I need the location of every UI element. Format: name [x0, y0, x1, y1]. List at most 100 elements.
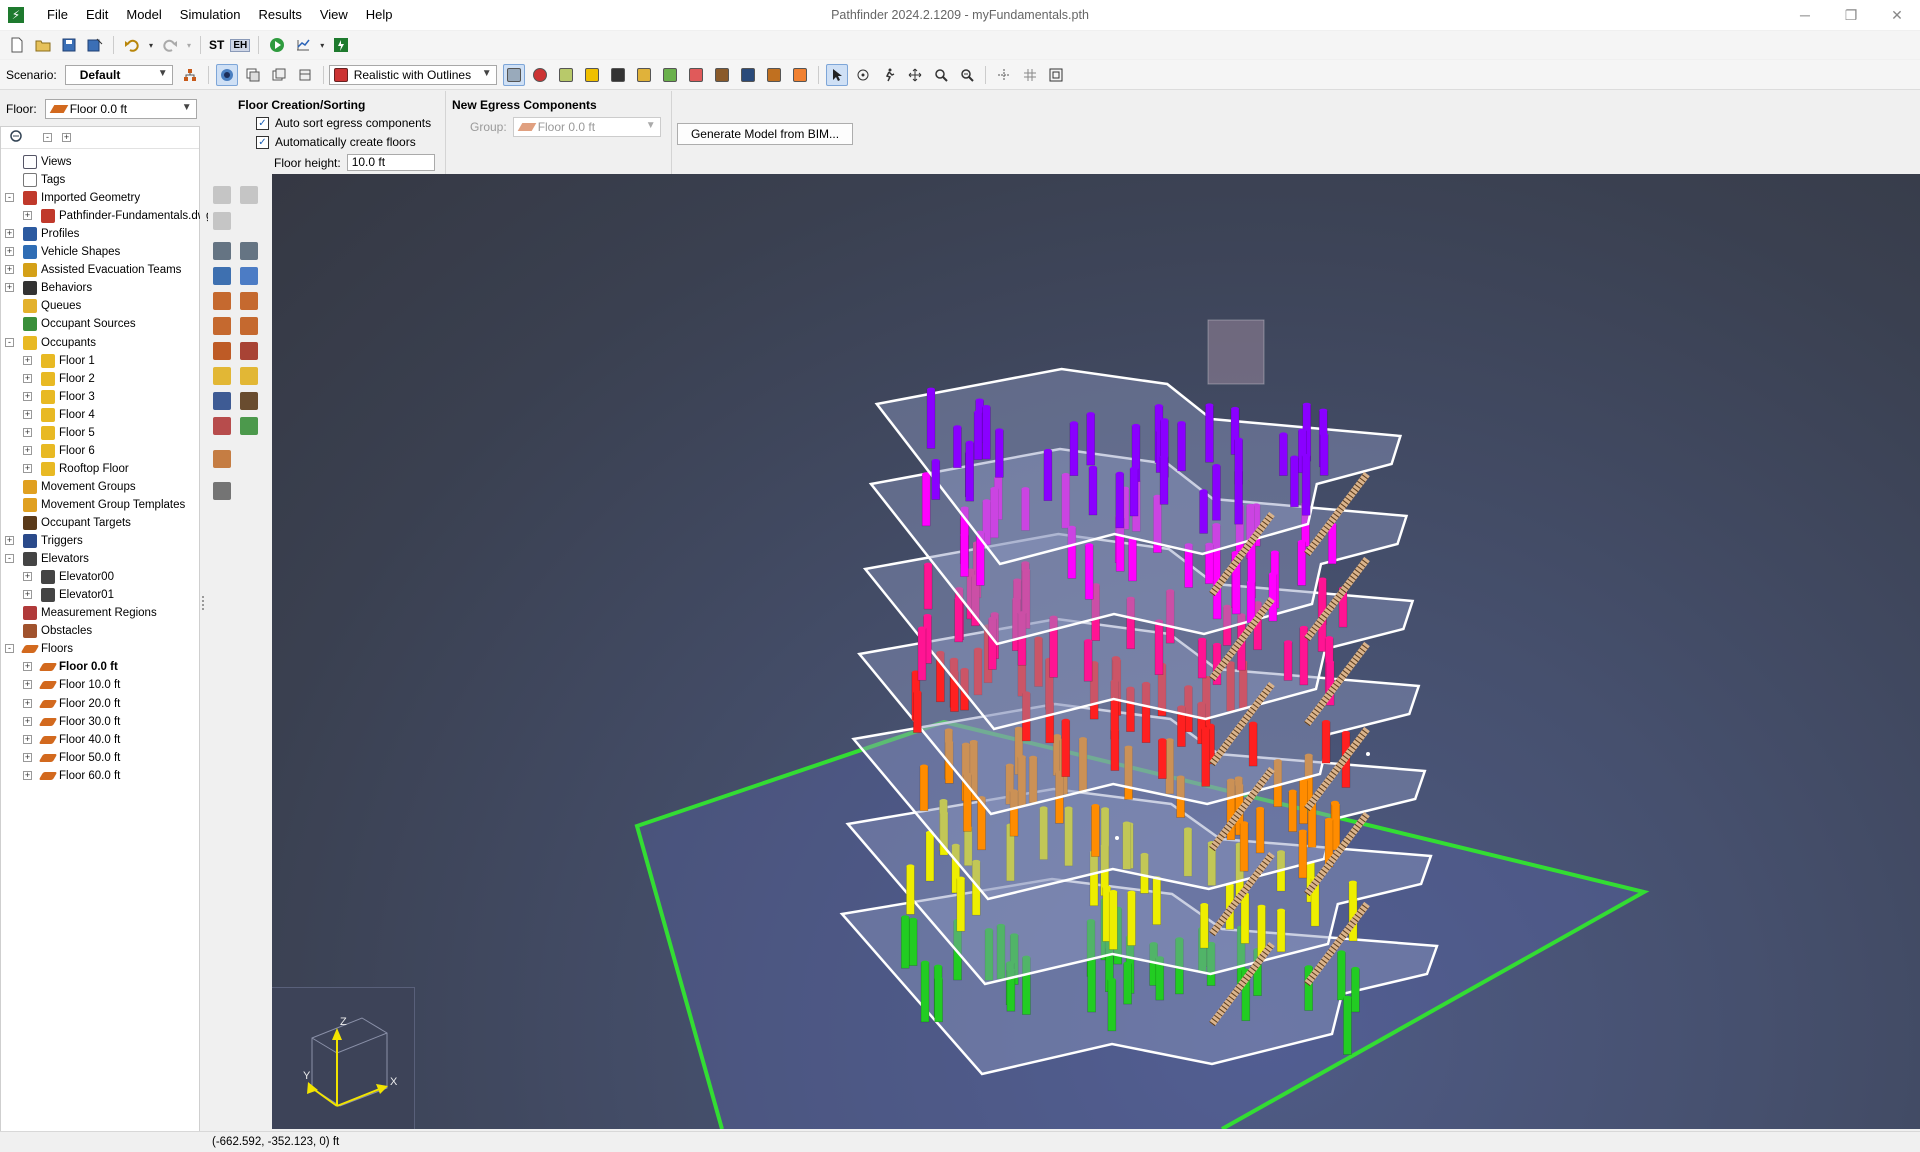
expand-icon[interactable]: + — [23, 572, 32, 582]
3d-viewport[interactable]: Z Y X — [272, 174, 1920, 1129]
tree-item[interactable]: Queues — [23, 297, 81, 315]
collapse-all-icon[interactable]: - — [43, 133, 52, 142]
ramp-alt-icon[interactable] — [240, 317, 258, 335]
redo-icon[interactable] — [159, 34, 181, 56]
zoom-box-icon[interactable] — [956, 64, 978, 86]
tree-item[interactable]: + Floor 6 — [23, 442, 95, 460]
tree-item[interactable]: + Behaviors — [5, 279, 92, 297]
new-file-icon[interactable] — [6, 34, 28, 56]
expand-icon[interactable]: + — [23, 662, 32, 672]
tree-item[interactable]: Movement Group Templates — [23, 496, 185, 514]
show-stairs-icon[interactable] — [581, 64, 603, 86]
auto-create-checkbox[interactable]: ✓ — [256, 135, 269, 149]
tree-item[interactable]: Obstacles — [23, 622, 92, 640]
auto-sort-checkbox[interactable]: ✓ — [256, 116, 269, 130]
app-logo-icon[interactable]: ⚡ — [8, 7, 24, 23]
save-icon[interactable] — [58, 34, 80, 56]
occupant-tool-icon[interactable] — [213, 367, 231, 385]
undo-dropdown-icon[interactable]: ▾ — [147, 34, 155, 56]
pan-tool-icon[interactable] — [904, 64, 926, 86]
expand-icon[interactable]: + — [5, 283, 14, 293]
tree-item[interactable]: + Vehicle Shapes — [5, 243, 120, 261]
walk-tool-icon[interactable] — [878, 64, 900, 86]
escalator-tool-icon[interactable] — [213, 342, 231, 360]
results-chart-icon[interactable] — [292, 34, 314, 56]
show-geometry-icon[interactable] — [711, 64, 733, 86]
expand-icon[interactable]: + — [23, 463, 32, 473]
expand-icon[interactable]: + — [23, 770, 32, 780]
close-window-button[interactable]: ✕ — [1874, 0, 1920, 30]
tree-item[interactable]: - Floors — [5, 640, 73, 658]
room-rect-icon[interactable] — [240, 242, 258, 260]
expand-icon[interactable]: + — [23, 680, 32, 690]
panel-splitter[interactable] — [200, 126, 206, 1142]
occupant-group-icon[interactable] — [240, 367, 258, 385]
open-file-icon[interactable] — [32, 34, 54, 56]
mirror-tool-icon[interactable] — [213, 212, 231, 230]
expand-all-icon[interactable]: + — [62, 133, 71, 142]
tree-item[interactable]: + Floor 3 — [23, 388, 95, 406]
tree-item[interactable]: + Floor 5 — [23, 424, 95, 442]
expand-icon[interactable]: + — [23, 734, 32, 744]
restore-button[interactable]: ❐ — [1828, 0, 1874, 30]
collapse-icon[interactable]: - — [5, 644, 14, 654]
tree-item[interactable]: + Floor 20.0 ft — [23, 695, 120, 713]
teams-tool-icon[interactable] — [213, 450, 231, 468]
menu-help[interactable]: Help — [357, 0, 402, 30]
menu-edit[interactable]: Edit — [77, 0, 117, 30]
show-occupants-icon[interactable] — [529, 64, 551, 86]
minimize-button[interactable]: ─ — [1782, 0, 1828, 30]
tree-item[interactable]: + Profiles — [5, 225, 79, 243]
tree-item[interactable]: + Elevator00 — [23, 568, 114, 586]
scenario-tree-icon[interactable] — [179, 64, 201, 86]
steering-mode-button[interactable]: ST — [209, 38, 224, 52]
tree-item[interactable]: + Floor 4 — [23, 406, 95, 424]
zoom-tool-icon[interactable] — [930, 64, 952, 86]
show-sources-icon[interactable] — [659, 64, 681, 86]
tree-item[interactable]: + Elevator01 — [23, 586, 114, 604]
show-agents-icon[interactable] — [502, 63, 525, 86]
view-3d-icon[interactable] — [215, 63, 238, 86]
menu-model[interactable]: Model — [117, 0, 170, 30]
stair-alt-icon[interactable] — [240, 292, 258, 310]
target-tool-icon[interactable] — [240, 392, 258, 410]
floor-select[interactable]: Floor 0.0 ft ▼ — [44, 99, 197, 119]
tree-item[interactable]: + Rooftop Floor — [23, 460, 129, 478]
floor-height-input[interactable]: 10.0 ft — [346, 154, 435, 171]
collapse-icon[interactable]: - — [5, 337, 14, 347]
zoom-extents-icon[interactable] — [1045, 64, 1067, 86]
expand-icon[interactable]: + — [23, 445, 32, 455]
tree-item[interactable]: - Occupants — [5, 334, 96, 352]
tree-item[interactable]: + Floor 60.0 ft — [23, 767, 120, 785]
move-tool-icon[interactable] — [213, 186, 231, 204]
stair-tool-icon[interactable] — [213, 292, 231, 310]
snap-grid-icon[interactable] — [1019, 64, 1041, 86]
collapse-icon[interactable]: - — [5, 554, 14, 564]
tree-item[interactable]: + Floor 10.0 ft — [23, 676, 120, 694]
measure-region-icon[interactable] — [213, 417, 231, 435]
expand-icon[interactable]: + — [23, 698, 32, 708]
expand-icon[interactable]: + — [23, 427, 32, 437]
tree-item[interactable]: - Elevators — [5, 550, 89, 568]
select-tool-icon[interactable] — [825, 63, 848, 86]
building-scene[interactable] — [272, 174, 1920, 1129]
pathfinder-results-icon[interactable] — [330, 34, 352, 56]
redo-dropdown-icon[interactable]: ▾ — [185, 34, 193, 56]
tree-item[interactable]: Movement Groups — [23, 478, 136, 496]
tree-item[interactable]: + Floor 30.0 ft — [23, 713, 120, 731]
tree-item[interactable]: + Triggers — [5, 532, 83, 550]
auto-sort-row[interactable]: ✓ Auto sort egress components — [256, 116, 431, 130]
save-as-icon[interactable] — [84, 34, 106, 56]
trigger-tool-icon[interactable] — [213, 392, 231, 410]
run-simulation-icon[interactable] — [266, 34, 288, 56]
show-rooms-icon[interactable] — [555, 64, 577, 86]
expand-icon[interactable]: + — [23, 409, 32, 419]
orbit-tool-icon[interactable] — [852, 64, 874, 86]
tree-item[interactable]: Measurement Regions — [23, 604, 157, 622]
tree-item[interactable]: + Floor 40.0 ft — [23, 731, 120, 749]
sfpe-mode-button[interactable]: EH — [230, 38, 251, 52]
snap-point-icon[interactable] — [993, 64, 1015, 86]
show-queues-icon[interactable] — [685, 64, 707, 86]
menu-view[interactable]: View — [311, 0, 357, 30]
menu-simulation[interactable]: Simulation — [171, 0, 250, 30]
